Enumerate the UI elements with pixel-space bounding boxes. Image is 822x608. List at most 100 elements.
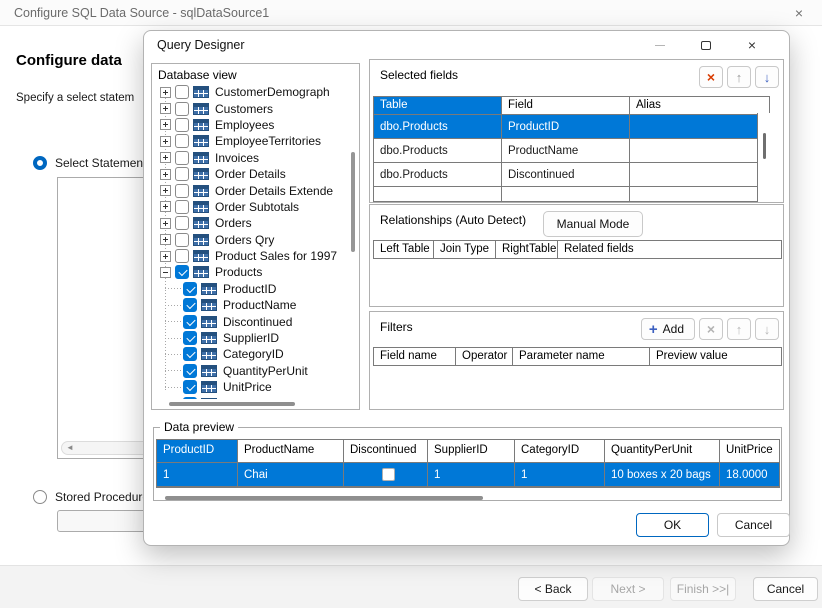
column-header[interactable]: Alias (630, 97, 769, 114)
radio-off-icon[interactable] (33, 490, 47, 504)
column-header[interactable]: ProductName (238, 440, 344, 462)
close-button[interactable]: × (729, 31, 775, 59)
finish-button[interactable]: Finish >>| (670, 577, 736, 601)
tree-item[interactable]: CustomerDemograph (154, 84, 346, 100)
table-cell[interactable]: 10 boxes x 20 bags (605, 463, 720, 486)
tree-horizontal-scrollbar[interactable] (169, 402, 295, 406)
minimize-button[interactable] (637, 31, 683, 59)
table-cell[interactable]: 18.0000 (720, 463, 779, 486)
tree-item[interactable]: Invoices (154, 150, 346, 166)
tree-item[interactable]: Customers (154, 100, 346, 116)
scroll-left-icon[interactable]: ◄ (66, 444, 74, 452)
tree-checkbox[interactable] (175, 265, 189, 279)
tree-checkbox[interactable] (183, 282, 197, 296)
column-header[interactable]: CategoryID (515, 440, 605, 462)
tree-checkbox[interactable] (183, 298, 197, 312)
table-cell[interactable]: ProductName (502, 139, 630, 162)
table-cell[interactable] (630, 115, 769, 138)
table-cell[interactable]: dbo.Products (374, 115, 502, 138)
table-cell[interactable]: ProductID (502, 115, 630, 138)
filters-table[interactable]: Field nameOperatorParameter namePreview … (373, 347, 782, 366)
table-cell[interactable]: 1 (515, 463, 605, 486)
tree-checkbox[interactable] (175, 200, 189, 214)
tree-checkbox[interactable] (183, 347, 197, 361)
table-cell[interactable] (502, 187, 630, 202)
tree-checkbox[interactable] (183, 397, 197, 399)
expand-icon[interactable] (160, 201, 171, 212)
move-filter-up-button[interactable]: ↑ (727, 318, 751, 340)
stored-procedure-radio[interactable]: Stored Procedure (33, 490, 149, 504)
tree-checkbox[interactable] (183, 331, 197, 345)
expand-icon[interactable] (160, 218, 171, 229)
table-cell[interactable]: 1 (157, 463, 238, 486)
tree-checkbox[interactable] (175, 134, 189, 148)
maximize-button[interactable] (683, 31, 729, 59)
table-cell[interactable] (344, 463, 428, 486)
column-header[interactable]: Preview value (650, 348, 781, 365)
data-preview-scroll-thumb[interactable] (165, 496, 483, 500)
move-field-down-button[interactable]: ↓ (755, 66, 779, 88)
table-cell[interactable]: 1 (428, 463, 515, 486)
expand-icon[interactable] (160, 185, 171, 196)
expand-icon[interactable] (160, 152, 171, 163)
wizard-cancel-button[interactable]: Cancel (753, 577, 818, 601)
tree-item[interactable]: Orders (154, 215, 346, 231)
column-header[interactable]: Operator (456, 348, 513, 365)
table-row[interactable]: dbo.ProductsProductName (374, 139, 769, 163)
tree-checkbox[interactable] (175, 167, 189, 181)
tree-child-item[interactable]: CategoryID (154, 346, 346, 362)
outer-close-icon[interactable]: × (790, 4, 808, 22)
tree-checkbox[interactable] (175, 102, 189, 116)
tree-child-item[interactable]: Discontinued (154, 313, 346, 329)
expand-icon[interactable] (160, 103, 171, 114)
radio-on-icon[interactable] (33, 156, 47, 170)
tree-item[interactable]: Order Details (154, 166, 346, 182)
add-filter-button[interactable]: +Add (641, 318, 695, 340)
column-header[interactable]: Related fields (558, 241, 781, 258)
tree-item[interactable]: Products (154, 264, 346, 280)
tree-vertical-scrollbar[interactable] (351, 152, 355, 252)
column-header[interactable]: Parameter name (513, 348, 650, 365)
table-cell[interactable]: Discontinued (502, 163, 630, 186)
table-row[interactable]: 1Chai1110 boxes x 20 bags18.0000 (157, 463, 779, 487)
move-field-up-button[interactable]: ↑ (727, 66, 751, 88)
column-header[interactable]: UnitPrice (720, 440, 779, 462)
expand-icon[interactable] (160, 169, 171, 180)
delete-filter-button[interactable]: × (699, 318, 723, 340)
expand-icon[interactable] (160, 234, 171, 245)
table-cell[interactable] (630, 187, 769, 202)
delete-field-button[interactable]: × (699, 66, 723, 88)
expand-icon[interactable] (160, 119, 171, 130)
table-row[interactable] (374, 187, 769, 202)
relationships-table[interactable]: Left TableJoin TypeRightTableRelated fie… (373, 240, 782, 259)
tree-item[interactable]: Orders Qry (154, 232, 346, 248)
qd-cancel-button[interactable]: Cancel (717, 513, 790, 537)
tree-checkbox[interactable] (183, 315, 197, 329)
discontinued-checkbox[interactable] (382, 468, 395, 481)
tree-child-item[interactable]: UnitPrice (154, 379, 346, 395)
table-cell[interactable]: dbo.Products (374, 139, 502, 162)
table-cell[interactable] (630, 139, 769, 162)
ok-button[interactable]: OK (636, 513, 709, 537)
table-cell[interactable]: dbo.Products (374, 163, 502, 186)
table-row[interactable]: dbo.ProductsProductID (374, 115, 769, 139)
column-header[interactable]: SupplierID (428, 440, 515, 462)
column-header[interactable]: Table (374, 97, 502, 114)
tree-checkbox[interactable] (175, 118, 189, 132)
tree-item[interactable]: Order Details Extende (154, 182, 346, 198)
column-header[interactable]: QuantityPerUnit (605, 440, 720, 462)
selected-fields-table[interactable]: TableFieldAliasdbo.ProductsProductIDdbo.… (373, 96, 770, 202)
selected-fields-scroll-thumb[interactable] (763, 133, 766, 159)
tree-child-item[interactable]: ProductID (154, 281, 346, 297)
column-header[interactable]: Join Type (434, 241, 496, 258)
selected-fields-scroll-gutter[interactable] (757, 113, 770, 202)
collapse-icon[interactable] (160, 267, 171, 278)
tree-item[interactable]: Product Sales for 1997 (154, 248, 346, 264)
table-cell[interactable]: Chai (238, 463, 344, 486)
table-row[interactable]: dbo.ProductsDiscontinued (374, 163, 769, 187)
tree-child-item[interactable]: SupplierID (154, 330, 346, 346)
column-header[interactable]: ProductID (157, 440, 238, 462)
column-header[interactable]: Field (502, 97, 630, 114)
tree-checkbox[interactable] (175, 184, 189, 198)
tree-checkbox[interactable] (175, 249, 189, 263)
